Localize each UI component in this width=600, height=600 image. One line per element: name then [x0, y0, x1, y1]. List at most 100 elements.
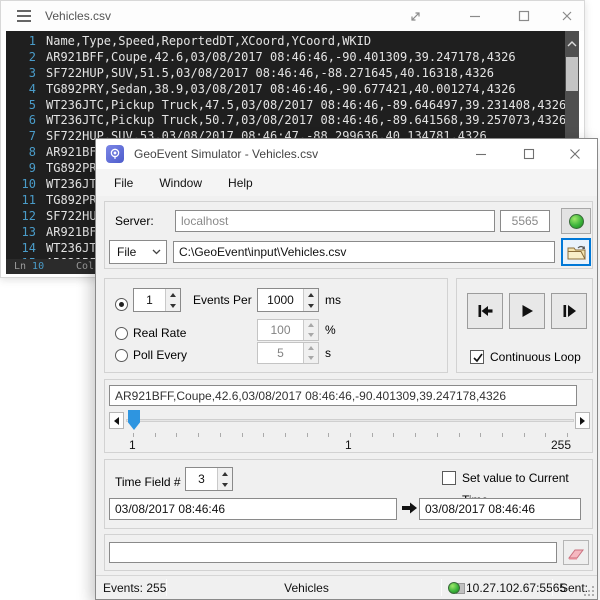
rewind-to-start-button[interactable]: [467, 293, 503, 329]
play-icon: [517, 301, 537, 321]
spinner-down-icon[interactable]: [218, 479, 232, 490]
step-button[interactable]: [551, 293, 587, 329]
radio-events-per[interactable]: [115, 298, 128, 311]
skip-to-start-icon: [475, 301, 495, 321]
events-count-status: Events: 255: [103, 576, 166, 600]
fullscreen-icon[interactable]: [404, 7, 426, 25]
radio-poll-every[interactable]: [115, 349, 128, 362]
open-folder-icon: [567, 245, 586, 260]
event-slider-group: 1 1 255: [104, 379, 593, 453]
status-divider: [441, 579, 442, 596]
menu-file[interactable]: File: [112, 174, 135, 192]
source-type-value: File: [117, 245, 136, 259]
connection-status-icon: [569, 214, 584, 229]
log-output-input[interactable]: [109, 542, 557, 563]
percent-unit-label: %: [325, 319, 336, 341]
arrow-right-icon: [401, 501, 418, 520]
time-field-group: Time Field # Set value to Current Time: [104, 459, 593, 529]
play-button[interactable]: [509, 293, 545, 329]
scrollbar-thumb[interactable]: [566, 57, 578, 91]
maximize-icon[interactable]: [513, 7, 535, 25]
connection-status: 10.27.102.67:5565: [448, 576, 566, 600]
poll-every-label: Poll Every: [133, 344, 187, 366]
playback-group: Continuous Loop: [456, 278, 593, 373]
connected-status-icon: [448, 582, 460, 594]
spinner-up-icon: [304, 320, 318, 330]
real-rate-label: Real Rate: [133, 322, 186, 344]
spinner-down-icon[interactable]: [166, 300, 180, 311]
time-field-input[interactable]: [186, 468, 217, 490]
minimize-icon[interactable]: [464, 7, 486, 25]
clear-log-button[interactable]: [563, 540, 589, 565]
connection-group: Server: File: [104, 201, 593, 269]
set-current-time-checkbox[interactable]: [442, 471, 456, 485]
connect-button[interactable]: [561, 208, 591, 234]
spinner-up-icon: [304, 343, 318, 353]
real-rate-spinner: [257, 319, 319, 341]
line-number-value: 10: [32, 261, 44, 272]
close-icon[interactable]: [562, 144, 588, 164]
slider-right-button[interactable]: [575, 412, 590, 429]
events-per-label: Events Per: [193, 289, 252, 311]
server-port-input[interactable]: [500, 210, 550, 232]
time-to-input[interactable]: [419, 498, 581, 520]
status-divider: [552, 579, 553, 596]
time-from-input[interactable]: [109, 498, 397, 520]
simulator-statusbar: Events: 255 Vehicles 10.27.102.67:5565 S…: [96, 575, 597, 599]
spinner-down-icon[interactable]: [304, 300, 318, 311]
code-line: 2AR921BFF,Coupe,42.6,03/08/2017 08:46:46…: [6, 50, 565, 66]
slider-thumb[interactable]: [128, 410, 140, 430]
simulator-titlebar: GeoEvent Simulator - Vehicles.csv: [96, 139, 597, 169]
server-label: Server:: [115, 210, 154, 232]
time-field-spinner: [185, 467, 233, 491]
menubar: File Window Help: [96, 169, 597, 196]
simulator-window-title: GeoEvent Simulator - Vehicles.csv: [134, 147, 318, 161]
events-count-input[interactable]: [134, 289, 165, 311]
maximize-icon[interactable]: [516, 144, 542, 164]
hamburger-menu-icon[interactable]: [17, 10, 31, 22]
rate-group: Events Per ms Real Rate % Poll Every s: [104, 278, 448, 373]
interval-input[interactable]: [258, 289, 303, 311]
server-host-input[interactable]: [175, 210, 495, 232]
poll-input[interactable]: [258, 343, 303, 363]
spinner-up-icon[interactable]: [218, 468, 232, 479]
spinner-down-icon: [304, 330, 318, 340]
close-icon[interactable]: [556, 7, 578, 25]
source-type-dropdown[interactable]: File: [109, 240, 167, 264]
menu-help[interactable]: Help: [226, 174, 255, 192]
continuous-loop-checkbox[interactable]: [470, 350, 484, 364]
time-field-label: Time Field #: [115, 471, 181, 493]
chevron-down-icon: [152, 249, 161, 255]
real-rate-input[interactable]: [258, 320, 303, 340]
file-path-input[interactable]: [173, 241, 555, 263]
scroll-up-icon[interactable]: [565, 35, 579, 47]
code-line: 3SF722HUP,SUV,51.5,03/08/2017 08:46:46,-…: [6, 66, 565, 82]
column-label: Col: [76, 259, 94, 274]
editor-window-title: Vehicles.csv: [45, 9, 111, 23]
eraser-icon: [567, 546, 585, 560]
arrow-right-icon: [580, 417, 585, 425]
spinner-up-icon[interactable]: [304, 289, 318, 300]
geoevent-simulator-window: GeoEvent Simulator - Vehicles.csv File W…: [95, 138, 598, 600]
line-label: Ln: [14, 261, 26, 272]
slider-current-label: 1: [345, 438, 352, 452]
minimize-icon[interactable]: [468, 144, 494, 164]
code-line: 5WT236JTC,Pickup Truck,47.5,03/08/2017 0…: [6, 98, 565, 114]
slider-left-button[interactable]: [109, 412, 124, 429]
editor-titlebar: Vehicles.csv: [1, 1, 584, 31]
menu-window[interactable]: Window: [157, 174, 204, 192]
radio-real-rate[interactable]: [115, 327, 128, 340]
current-event-input[interactable]: [109, 385, 577, 406]
browse-file-button[interactable]: [561, 238, 591, 266]
resize-grip[interactable]: [584, 586, 594, 596]
code-line: 4TG892PRY,Sedan,38.9,03/08/2017 08:46:46…: [6, 82, 565, 98]
slider-track[interactable]: [126, 419, 574, 422]
check-icon: [472, 352, 484, 364]
slider-max-label: 255: [551, 438, 571, 452]
spinner-down-icon: [304, 353, 318, 363]
status-divider: [166, 579, 167, 596]
geoevent-app-icon: [106, 145, 124, 163]
arrow-left-icon: [114, 417, 119, 425]
code-line: 6WT236JTC,Pickup Truck,50.7,03/08/2017 0…: [6, 113, 565, 129]
spinner-up-icon[interactable]: [166, 289, 180, 300]
